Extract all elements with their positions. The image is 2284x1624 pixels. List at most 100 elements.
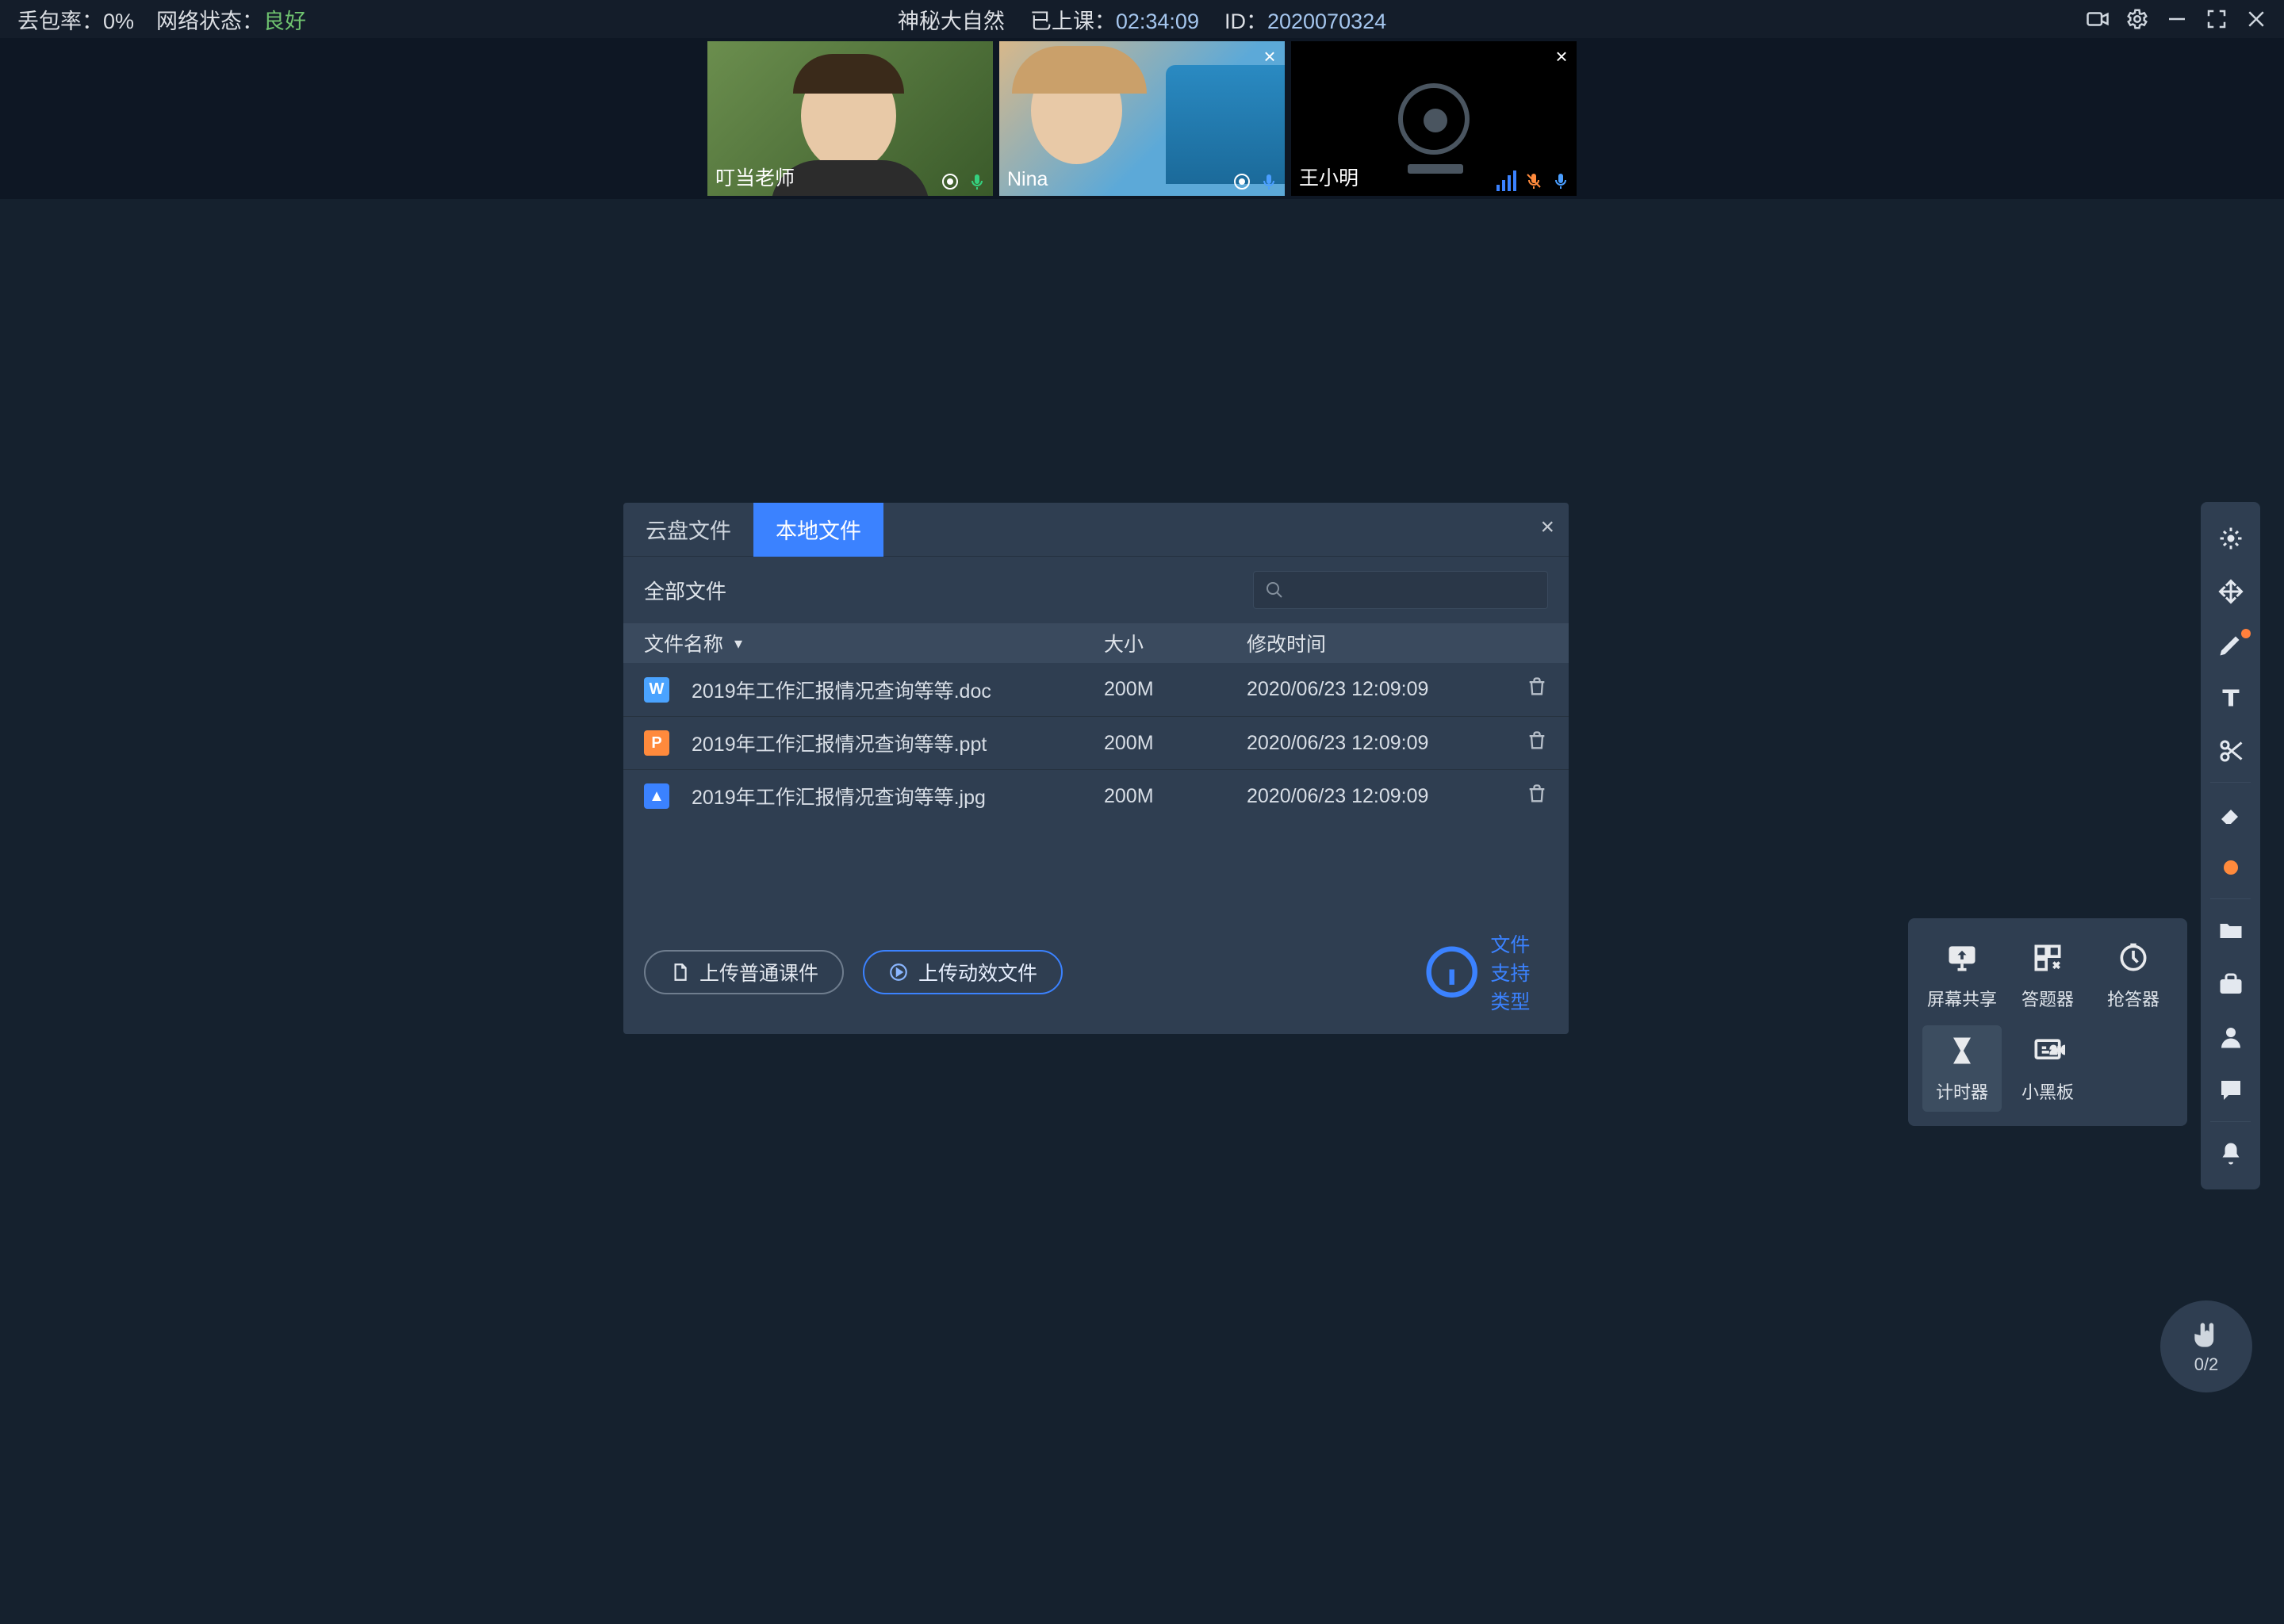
bell-tool[interactable] — [2201, 1127, 2260, 1180]
person-tool[interactable] — [2201, 1010, 2260, 1063]
move-tool[interactable] — [2201, 565, 2260, 618]
eraser-tool[interactable] — [2201, 787, 2260, 841]
delete-file-button[interactable] — [1508, 730, 1548, 757]
table-row[interactable]: P2019年工作汇报情况查询等等.ppt200M2020/06/23 12:09… — [623, 716, 1569, 769]
column-header-size[interactable]: 大小 — [1104, 629, 1247, 657]
file-size: 200M — [1104, 678, 1247, 701]
supported-types-label: 文件支持类型 — [1490, 929, 1548, 1015]
table-row[interactable]: ▲ 2019年工作汇报情况查询等等.jpg 200M2020/06/23 12:09… — [623, 769, 1569, 822]
sort-indicator-icon: ▾ — [734, 634, 742, 653]
answer-icon — [2030, 940, 2065, 979]
play-circle-icon — [888, 962, 909, 982]
file-time: 2020/06/23 12:09:09 — [1247, 678, 1508, 701]
tile-indicators — [941, 172, 987, 191]
document-icon — [669, 962, 690, 982]
folder-tool[interactable] — [2201, 904, 2260, 957]
search-icon — [1265, 580, 1284, 599]
tool-label: 计时器 — [1936, 1078, 1988, 1104]
delete-file-button[interactable] — [1508, 676, 1548, 703]
tool-screen-share[interactable]: 屏幕共享 — [1922, 933, 2002, 1019]
video-strip: 叮当老师 × Nina × 王小明 — [0, 38, 2284, 199]
file-name: 2019年工作汇报情况查询等等.ppt — [692, 729, 987, 757]
session-id-value: 2020070324 — [1267, 10, 1386, 33]
laser-pointer-tool[interactable] — [2201, 511, 2260, 565]
camera-toggle-icon[interactable] — [2086, 7, 2110, 31]
upload-plain-label: 上传普通课件 — [699, 958, 818, 986]
mic-on-icon — [968, 172, 987, 191]
participant-name: Nina — [1007, 168, 1048, 191]
video-tile[interactable]: × Nina — [999, 41, 1285, 196]
tab-cloud-files[interactable]: 云盘文件 — [623, 503, 753, 557]
speaker-indicator-icon — [941, 172, 960, 191]
raise-hand-button[interactable]: 0/2 — [2160, 1300, 2252, 1392]
video-tile[interactable]: 叮当老师 — [707, 41, 993, 196]
course-title: 神秘大自然 — [898, 4, 1005, 35]
file-size: 200M — [1104, 785, 1247, 808]
file-time: 2020/06/23 12:09:09 — [1247, 732, 1508, 755]
speaker-indicator-icon — [1232, 172, 1251, 191]
fullscreen-icon[interactable] — [2205, 7, 2228, 31]
file-table-body: W2019年工作汇报情况查询等等.doc200M2020/06/23 12:09… — [623, 663, 1569, 822]
session-id: ID：2020070324 — [1224, 4, 1386, 35]
file-name: 2019年工作汇报情况查询等等.jpg — [692, 782, 986, 810]
modal-close-icon[interactable]: × — [1540, 514, 1554, 541]
file-picker-modal: 云盘文件 本地文件 × 全部文件 文件名称 ▾ 大小 修改时间 W2019年工作… — [623, 503, 1569, 1034]
upload-animated-label: 上传动效文件 — [918, 958, 1037, 986]
tab-local-files[interactable]: 本地文件 — [753, 503, 883, 557]
hand-icon — [2189, 1318, 2224, 1353]
text-tool[interactable] — [2201, 671, 2260, 724]
tool-answer[interactable]: 答题器 — [2008, 933, 2087, 1019]
top-bar: 丢包率：0% 网络状态：良好 神秘大自然 已上课：02:34:09 ID：202… — [0, 0, 2284, 38]
mic-on-icon — [1259, 172, 1278, 191]
file-time: 2020/06/23 12:09:09 — [1247, 785, 1508, 808]
scissor-tool[interactable] — [2201, 724, 2260, 777]
lesson-elapsed-value: 02:34:09 — [1116, 10, 1199, 33]
minimize-icon[interactable] — [2165, 7, 2189, 31]
screen-share-icon — [1945, 940, 1979, 979]
tile-indicators — [1496, 170, 1570, 191]
table-row[interactable]: W 2019年工作汇报情况查询等等.doc 200M2020/06/23 12:09… — [623, 663, 1569, 716]
session-id-label: ID： — [1224, 10, 1267, 33]
tool-timer[interactable]: 计时器 — [1922, 1025, 2002, 1112]
mic-muted-icon — [1524, 171, 1543, 190]
close-icon[interactable] — [2244, 7, 2268, 31]
info-icon — [1421, 941, 1482, 1002]
video-tile[interactable]: × 王小明 — [1291, 41, 1577, 196]
camera-off-icon — [1398, 83, 1470, 155]
tool-label: 屏幕共享 — [1927, 986, 1997, 1011]
participant-name: 叮当老师 — [715, 163, 795, 191]
tool-blackboard[interactable]: 2+3小黑板 — [2008, 1025, 2087, 1112]
lesson-elapsed-label: 已上课： — [1030, 10, 1116, 33]
column-header-name-label: 文件名称 — [644, 629, 723, 657]
settings-icon[interactable] — [2125, 7, 2149, 31]
file-type-icon: W — [644, 677, 669, 703]
pen-tool[interactable] — [2201, 618, 2260, 671]
tile-close-icon[interactable]: × — [1259, 44, 1280, 69]
column-header-name[interactable]: 文件名称 ▾ — [644, 629, 1104, 657]
file-search-input[interactable] — [1253, 571, 1548, 609]
column-header-time[interactable]: 修改时间 — [1247, 629, 1508, 657]
upload-animated-button[interactable]: 上传动效文件 — [863, 950, 1063, 994]
color-picker-tool[interactable] — [2201, 841, 2260, 894]
whiteboard-stage: 云盘文件 本地文件 × 全部文件 文件名称 ▾ 大小 修改时间 W2019年工作… — [0, 199, 2284, 1624]
network-status-label: 网络状态： — [156, 10, 263, 33]
tool-quick-answer[interactable]: 抢答器 — [2094, 933, 2173, 1019]
trash-icon — [1526, 676, 1548, 698]
upload-plain-button[interactable]: 上传普通课件 — [644, 950, 844, 994]
file-type-icon: ▲ — [644, 783, 669, 809]
supported-types-link[interactable]: 文件支持类型 — [1421, 929, 1548, 1015]
tile-indicators — [1232, 172, 1278, 191]
timer-icon — [1945, 1033, 1979, 1072]
trash-icon — [1526, 783, 1548, 805]
file-name: 2019年工作汇报情况查询等等.doc — [692, 676, 991, 704]
packet-loss-value: 0% — [103, 10, 134, 33]
quick-answer-icon — [2116, 940, 2151, 979]
svg-text:2+3: 2+3 — [2051, 1044, 2065, 1056]
tool-active-badge — [2241, 629, 2251, 638]
toolbox-tool[interactable] — [2201, 957, 2260, 1010]
chat-tool[interactable] — [2201, 1063, 2260, 1116]
tile-close-icon[interactable]: × — [1551, 44, 1572, 69]
signal-bars-icon — [1496, 170, 1516, 191]
delete-file-button[interactable] — [1508, 783, 1548, 810]
raise-hand-count: 0/2 — [2194, 1354, 2219, 1375]
